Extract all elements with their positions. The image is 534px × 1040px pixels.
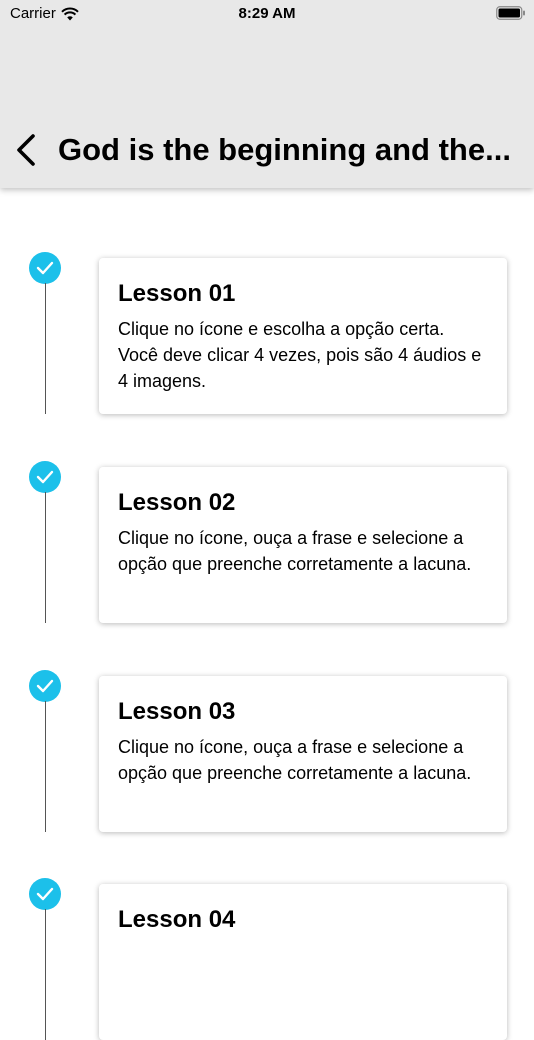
lesson-card[interactable]: Lesson 03 Clique no ícone, ouça a frase … (99, 676, 507, 832)
lesson-title: Lesson 02 (118, 489, 236, 516)
timeline-line (45, 909, 46, 1040)
lesson-timeline: Lesson 01 Clique no ícone e escolha a op… (0, 188, 534, 1040)
navigation-bar: God is the beginning and the... (0, 120, 534, 180)
check-icon (29, 878, 61, 910)
status-time: 8:29 AM (238, 5, 296, 22)
timeline-line (45, 701, 46, 832)
check-icon (29, 461, 61, 493)
battery-icon (496, 6, 525, 20)
page-title: God is the beginning and the... (58, 132, 511, 167)
lesson-card[interactable]: Lesson 04 (99, 884, 507, 1040)
chevron-left-icon (17, 134, 35, 166)
lesson-card[interactable]: Lesson 01 Clique no ícone e escolha a op… (99, 258, 507, 414)
lesson-title: Lesson 03 (118, 698, 236, 725)
lesson-card[interactable]: Lesson 02 Clique no ícone, ouça a frase … (99, 467, 507, 623)
timeline-line (45, 492, 46, 623)
header: Carrier 8:29 AM God is the beginning and… (0, 0, 534, 188)
back-button[interactable] (8, 128, 44, 172)
status-bar: Carrier 8:29 AM (0, 0, 534, 28)
lesson-title: Lesson 01 (118, 280, 236, 307)
timeline-line (45, 283, 46, 414)
lesson-description: Clique no ícone e escolha a opção certa.… (118, 319, 482, 391)
lesson-description: Clique no ícone, ouça a frase e selecion… (118, 737, 472, 783)
lesson-title: Lesson 04 (118, 906, 236, 933)
check-icon (29, 670, 61, 702)
check-icon (29, 252, 61, 284)
lesson-description: Clique no ícone, ouça a frase e selecion… (118, 528, 472, 574)
